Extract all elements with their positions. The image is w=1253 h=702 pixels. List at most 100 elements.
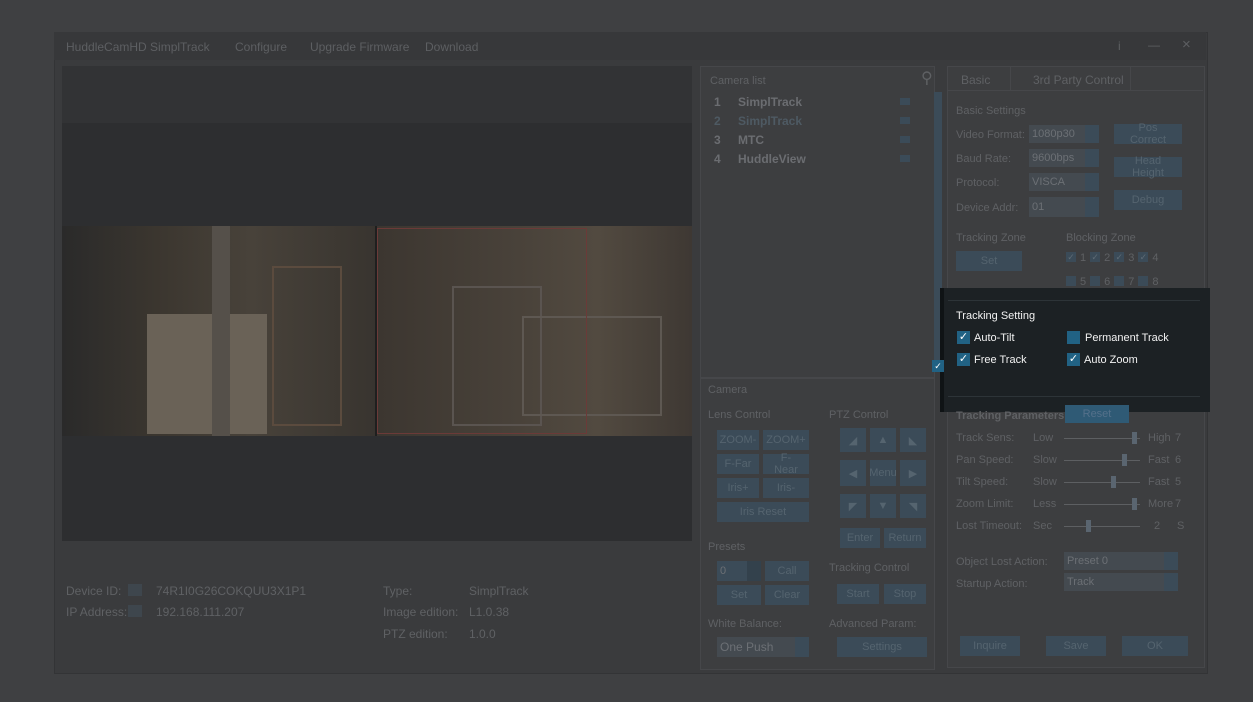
camera-name: SimplTrack [738,95,803,109]
blocking-zone-3-checkbox[interactable]: ✓ [1114,252,1125,262]
white-balance-label: White Balance: [708,618,782,630]
debug-button[interactable]: Debug [1114,190,1182,210]
param-slider-track[interactable] [1064,504,1140,505]
tab-basic[interactable]: Basic [961,73,990,87]
param-slider-knob[interactable] [1110,476,1116,488]
baud-rate-select[interactable]: 9600bps [1029,149,1099,167]
auto-tilt-checkbox[interactable]: ✓ [957,331,970,344]
param-slider-knob[interactable] [1132,432,1138,444]
iris-plus-button[interactable]: Iris+ [717,478,759,498]
permanent-track-checkbox[interactable] [1067,331,1080,344]
presets-header: Presets [708,541,746,553]
call-preset-button[interactable]: Call [765,561,809,581]
start-tracking-button[interactable]: Start [837,584,879,604]
info-icon[interactable]: i [1118,39,1121,53]
pos-correct-button[interactable]: Pos Correct [1114,122,1182,146]
reset-button[interactable]: Reset [1065,405,1129,423]
tracking-zone-label: Tracking Zone [956,232,1026,244]
video-format-select[interactable]: 1080p30 [1029,125,1099,143]
param-row-lost-timeout: Lost Timeout: Sec 2 S [956,520,1188,534]
blocking-zone-2-checkbox[interactable]: ✓ [1090,252,1101,262]
free-track-option[interactable]: ✓ Free Track [957,353,1027,366]
ptz-edition-label: PTZ edition: [383,627,448,641]
focus-near-button[interactable]: F-Near [763,452,809,476]
auto-zoom-checkbox[interactable]: ✓ [1067,353,1080,366]
minimize-icon[interactable]: — [1148,38,1160,52]
white-balance-select[interactable]: One Push [717,637,809,657]
menu-download[interactable]: Download [425,40,478,54]
save-button[interactable]: Save [1046,636,1106,656]
param-slider-track[interactable] [1064,526,1140,527]
head-height-button[interactable]: Head Height [1114,155,1182,179]
param-row-zoom-limit: Zoom Limit: Less More 7 [956,498,1188,512]
camera-icon [900,155,910,162]
object-lost-action-select[interactable]: Preset 0 [1064,552,1178,570]
auto-zoom-option[interactable]: ✓ Auto Zoom [1067,353,1138,366]
param-slider-track[interactable] [1064,460,1140,461]
ptz-pad: ◢ ▲ ◣ ◀ Menu ▶ ◤ ▼ ◥ [840,428,926,518]
blocking-zone-8-checkbox[interactable] [1138,276,1149,286]
tracking-parameters-header: Tracking Parameters [956,410,1065,422]
camera-number: 2 [714,114,721,128]
param-slider-track[interactable] [1064,438,1140,439]
tracking-box [377,228,587,434]
ptz-down-left-icon[interactable]: ◤ [840,494,866,518]
param-label: Zoom Limit: [956,498,1014,510]
zoom-minus-button[interactable]: ZOOM- [717,430,759,450]
iris-minus-button[interactable]: Iris- [763,478,809,498]
settings-button[interactable]: Settings [837,637,927,657]
menu-upgrade-firmware[interactable]: Upgrade Firmware [310,40,409,54]
free-track-checkbox[interactable]: ✓ [957,353,970,366]
search-icon[interactable]: ⚲ [921,68,933,88]
focus-far-button[interactable]: F-Far [717,454,759,474]
tab-third-party[interactable]: 3rd Party Control [1033,73,1124,87]
camera-list-item[interactable]: 1 SimplTrack [710,95,920,113]
title-bar [54,32,1206,60]
auto-tilt-option[interactable]: ✓ Auto-Tilt [957,331,1015,344]
clear-preset-button[interactable]: Clear [765,585,809,605]
camera-icon [900,98,910,105]
blocking-zone-5-checkbox[interactable] [1066,276,1076,286]
ptz-up-icon[interactable]: ▲ [870,428,896,452]
camera-feed[interactable] [62,226,692,436]
ptz-right-icon[interactable]: ▶ [900,460,926,486]
blocking-zone-6-checkbox[interactable] [1090,276,1101,286]
advanced-param-label: Advanced Param: [829,618,917,630]
ptz-down-right-icon[interactable]: ◥ [900,494,926,518]
blocking-zone-1-checkbox[interactable]: ✓ [1066,252,1076,262]
ptz-down-icon[interactable]: ▼ [870,494,896,518]
preset-select[interactable]: 0 [717,561,761,581]
scroll-arrow-icon[interactable]: ✓ [932,360,944,372]
param-slider-track[interactable] [1064,482,1140,483]
iris-reset-button[interactable]: Iris Reset [717,502,809,522]
zoom-plus-button[interactable]: ZOOM+ [763,430,809,450]
protocol-select[interactable]: VISCA [1029,173,1099,191]
camera-list-item[interactable]: 3 MTC [710,133,920,151]
return-button[interactable]: Return [884,528,926,548]
permanent-track-option[interactable]: Permanent Track [1067,331,1169,344]
box-object [147,314,267,434]
device-addr-select[interactable]: 01 [1029,197,1099,217]
permanent-track-label: Permanent Track [1085,331,1169,344]
set-preset-button[interactable]: Set [717,585,761,605]
ptz-left-icon[interactable]: ◀ [840,460,866,486]
ptz-up-left-icon[interactable]: ◢ [840,428,866,452]
param-slider-knob[interactable] [1085,520,1091,532]
close-icon[interactable]: × [1182,36,1191,53]
inquire-button[interactable]: Inquire [960,636,1020,656]
startup-action-select[interactable]: Track [1064,573,1178,591]
menu-configure[interactable]: Configure [235,40,287,54]
ptz-menu-button[interactable]: Menu [869,460,897,486]
ok-button[interactable]: OK [1122,636,1188,656]
chevron-down-icon [795,637,809,657]
camera-list-item[interactable]: 2 SimplTrack [710,114,920,132]
blocking-zone-4-checkbox[interactable]: ✓ [1138,252,1149,262]
blocking-zone-7-checkbox[interactable] [1114,276,1125,286]
ptz-up-right-icon[interactable]: ◣ [900,428,926,452]
enter-button[interactable]: Enter [840,528,880,548]
camera-list-item[interactable]: 4 HuddleView [710,152,920,170]
tracking-zone-set-button[interactable]: Set [956,251,1022,271]
param-slider-knob[interactable] [1121,454,1127,466]
stop-tracking-button[interactable]: Stop [884,584,926,604]
param-slider-knob[interactable] [1132,498,1138,510]
